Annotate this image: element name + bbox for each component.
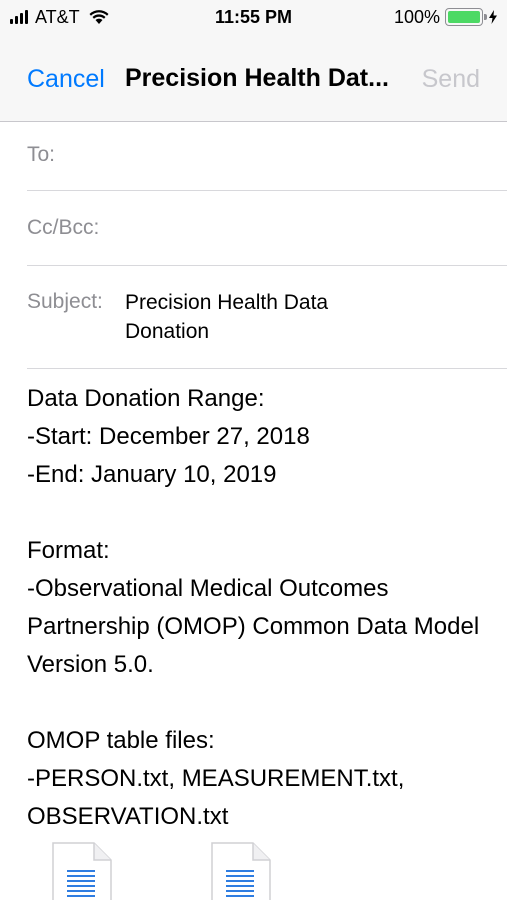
compose-nav-bar: Cancel Precision Health Dat... Send (0, 34, 507, 122)
cancel-button[interactable]: Cancel (27, 64, 105, 94)
battery-percent: 100% (393, 7, 440, 27)
subject-input[interactable]: Precision Health Data Donation (125, 288, 405, 346)
compose-title: Precision Health Dat... (125, 64, 389, 92)
to-label: To: (27, 143, 56, 166)
status-bar: AT&T 11:55 PM 100% (0, 0, 507, 34)
attachment-file-2[interactable] (211, 842, 271, 900)
format-text: -Observational Medical Outcomes Partners… (27, 575, 480, 678)
cc-bcc-label: Cc/Bcc: (27, 216, 100, 239)
files-text: -PERSON.txt, MEASUREMENT.txt, OBSERVATIO… (27, 765, 405, 830)
text-file-icon (211, 842, 271, 900)
charging-bolt-icon (489, 10, 497, 24)
range-end: -End: January 10, 2019 (27, 461, 277, 488)
cc-bcc-input[interactable] (117, 213, 487, 243)
cc-bcc-field-row[interactable]: Cc/Bcc: (27, 191, 507, 266)
format-heading: Format: (27, 537, 110, 564)
to-input[interactable] (67, 140, 487, 170)
message-body[interactable]: Data Donation Range: -Start: December 27… (27, 380, 487, 836)
status-right: 100% (394, 7, 497, 27)
subject-field-row[interactable]: Subject: Precision Health Data Donation (27, 266, 507, 369)
to-field-row[interactable]: To: (27, 122, 507, 191)
battery-icon (445, 8, 487, 26)
attachment-file-1[interactable] (52, 842, 112, 900)
range-start: -Start: December 27, 2018 (27, 423, 310, 450)
files-heading: OMOP table files: (27, 727, 215, 754)
text-file-icon (52, 842, 112, 900)
range-heading: Data Donation Range: (27, 385, 265, 412)
send-button[interactable]: Send (422, 64, 480, 94)
subject-label: Subject: (27, 290, 103, 313)
